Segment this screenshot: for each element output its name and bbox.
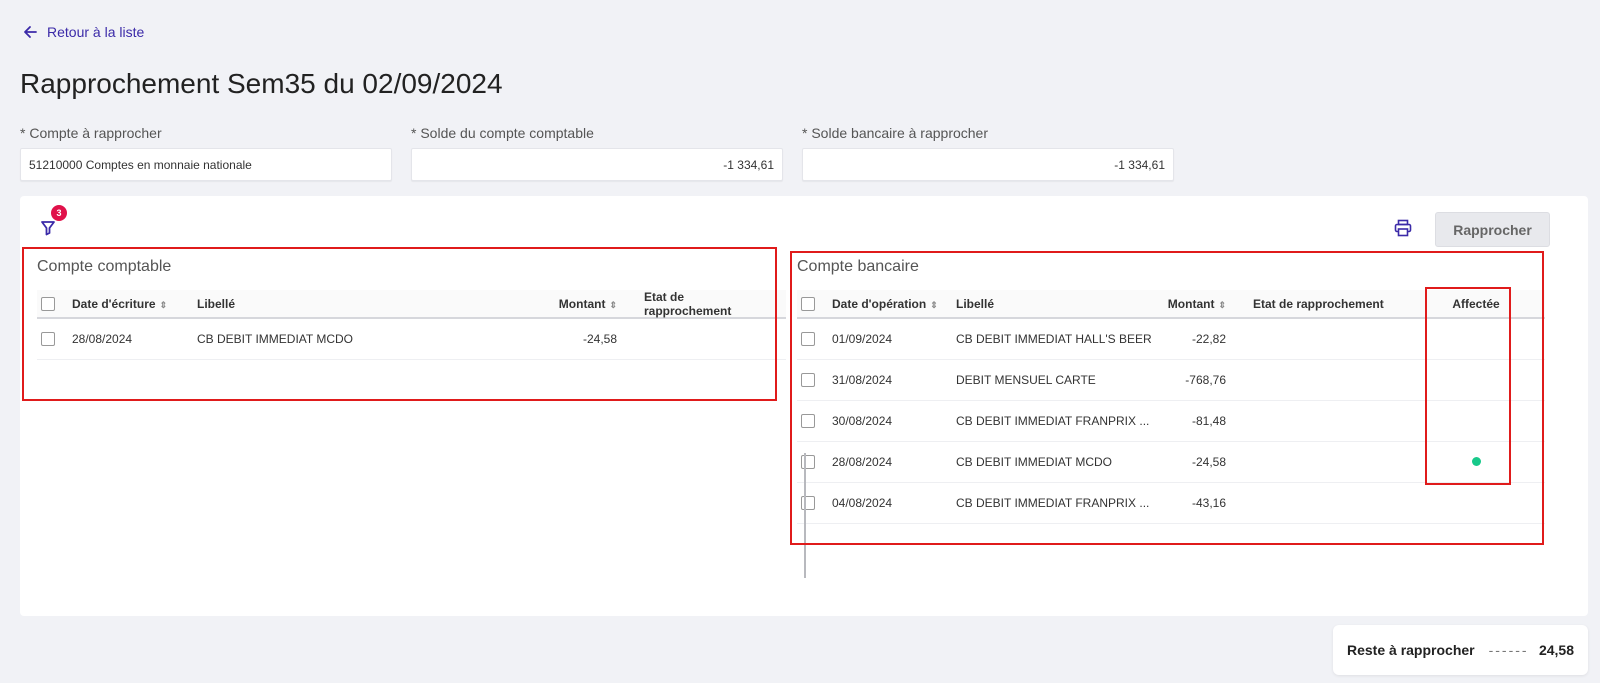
solde-comptable-label: * Solde du compte comptable xyxy=(411,125,594,141)
table-row[interactable]: 01/09/2024 CB DEBIT IMMEDIAT HALL'S BEER… xyxy=(797,319,1545,360)
row-affectee xyxy=(1426,455,1526,469)
row-checkbox[interactable] xyxy=(801,332,815,346)
compte-input[interactable]: 51210000 Comptes en monnaie nationale xyxy=(20,148,392,181)
back-to-list-link[interactable]: Retour à la liste xyxy=(22,24,144,40)
row-libelle: CB DEBIT IMMEDIAT HALL'S BEER xyxy=(956,332,1152,346)
solde-comptable-field: * Solde du compte comptable -1 334,61 xyxy=(411,125,783,181)
reste-value: 24,58 xyxy=(1538,642,1574,658)
row-montant: -768,76 xyxy=(1185,373,1226,387)
bancaire-col-affectee: Affectée xyxy=(1452,296,1500,311)
bancaire-col-libelle: Libellé xyxy=(956,296,995,311)
bancaire-col-date[interactable]: Date d'opération ⇕ xyxy=(832,297,956,311)
solde-bancaire-input[interactable]: -1 334,61 xyxy=(802,148,1174,181)
table-row[interactable]: 28/08/2024 CB DEBIT IMMEDIAT MCDO -24,58 xyxy=(797,442,1545,483)
sort-icon: ⇕ xyxy=(1218,299,1226,310)
row-libelle: CB DEBIT IMMEDIAT FRANPRIX ... xyxy=(956,496,1150,510)
bancaire-title: Compte bancaire xyxy=(797,258,919,275)
row-date: 04/08/2024 xyxy=(832,496,893,510)
row-checkbox[interactable] xyxy=(801,373,815,387)
row-date: 31/08/2024 xyxy=(832,373,893,387)
bancaire-col-montant[interactable]: Montant ⇕ xyxy=(1153,297,1226,311)
row-date: 01/09/2024 xyxy=(832,332,893,346)
page-title: Rapprochement Sem35 du 02/09/2024 xyxy=(20,68,503,99)
row-libelle: CB DEBIT IMMEDIAT MCDO xyxy=(956,455,1113,469)
row-montant: -43,16 xyxy=(1191,496,1226,510)
table-row[interactable]: 30/08/2024 CB DEBIT IMMEDIAT FRANPRIX ..… xyxy=(797,401,1545,442)
sort-icon: ⇕ xyxy=(930,299,938,310)
solde-comptable-input[interactable]: -1 334,61 xyxy=(411,148,783,181)
row-montant: -24,58 xyxy=(1191,455,1226,469)
bancaire-header-row: Date d'opération ⇕ Libellé Montant ⇕ Etat … xyxy=(797,290,1545,319)
row-montant: -81,48 xyxy=(1191,414,1226,428)
arrow-left-icon xyxy=(24,26,37,38)
bancaire-select-all-checkbox[interactable] xyxy=(801,296,815,311)
bancaire-table: Date d'opération ⇕ Libellé Montant ⇕ Etat … xyxy=(797,290,1545,524)
table-row[interactable]: 04/08/2024 CB DEBIT IMMEDIAT FRANPRIX ..… xyxy=(797,483,1545,524)
affectee-status-dot xyxy=(1471,457,1481,466)
row-checkbox[interactable] xyxy=(801,414,815,428)
solde-bancaire-field: * Solde bancaire à rapprocher -1 334,61 xyxy=(802,125,1174,181)
row-date: 28/08/2024 xyxy=(832,455,893,469)
row-date: 30/08/2024 xyxy=(832,414,893,428)
reste-label: Reste à rapprocher xyxy=(1347,642,1475,658)
solde-bancaire-label: * Solde bancaire à rapprocher xyxy=(802,125,989,141)
panel-splitter-handle[interactable] xyxy=(804,453,806,578)
reste-dots: ------ xyxy=(1488,642,1529,658)
compte-field: * Compte à rapprocher 51210000 Comptes e… xyxy=(20,125,392,181)
row-montant: -22,82 xyxy=(1191,332,1226,346)
row-libelle: CB DEBIT IMMEDIAT FRANPRIX ... xyxy=(956,414,1150,428)
back-link-label: Retour à la liste xyxy=(47,24,145,40)
reste-a-rapprocher-panel: Reste à rapprocher ------ 24,58 xyxy=(1333,625,1588,675)
bancaire-col-etat: Etat de rapprochement xyxy=(1253,296,1384,311)
table-row[interactable]: 31/08/2024 DEBIT MENSUEL CARTE -768,76 xyxy=(797,360,1545,401)
compte-label: * Compte à rapprocher xyxy=(20,125,162,141)
row-libelle: DEBIT MENSUEL CARTE xyxy=(956,373,1096,387)
